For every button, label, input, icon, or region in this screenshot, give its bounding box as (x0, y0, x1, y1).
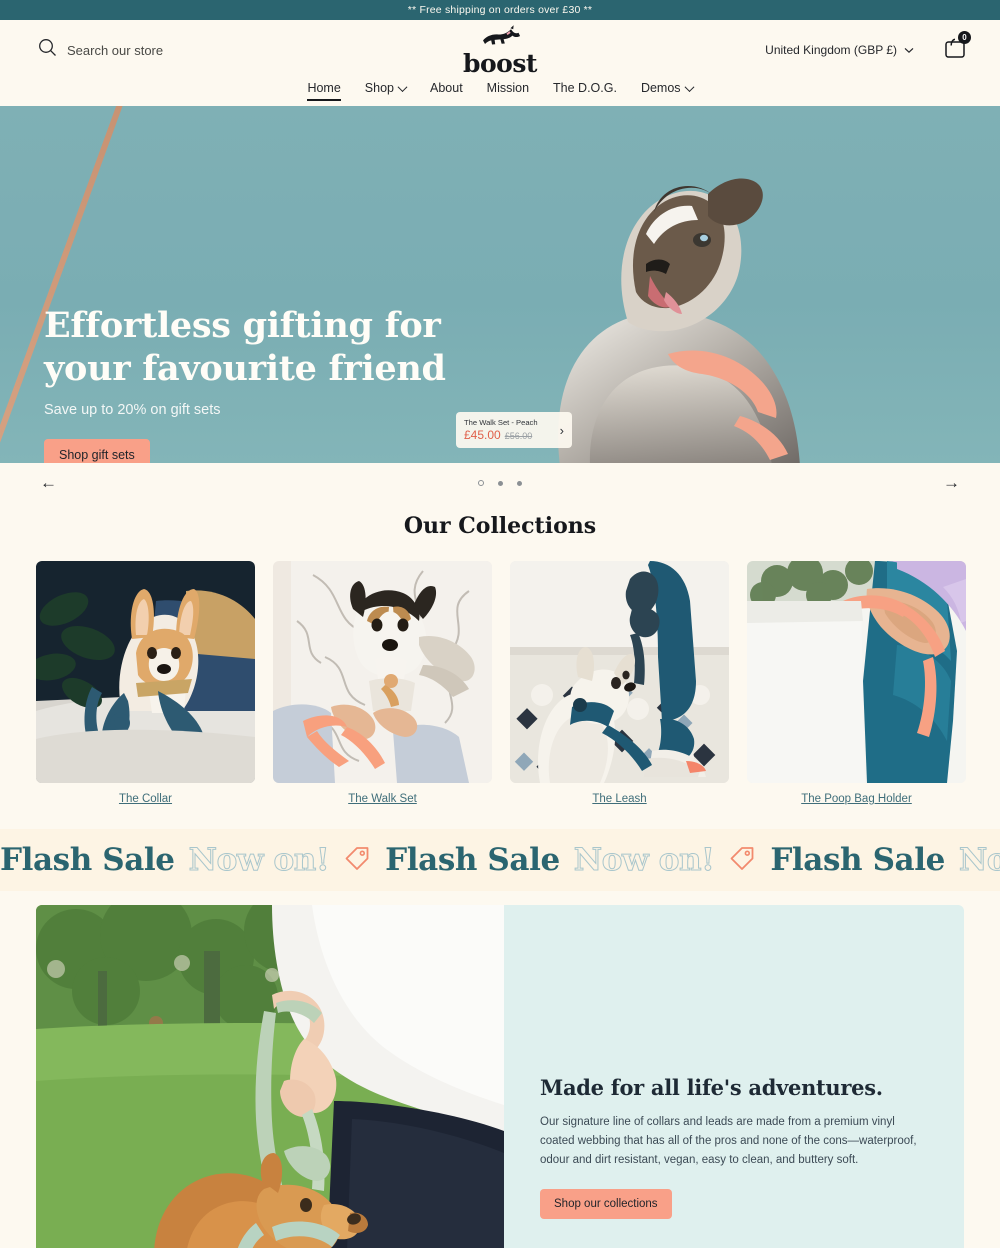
collection-label[interactable]: The Walk Set (273, 793, 492, 805)
collection-card-the-walk-set[interactable]: The Walk Set (273, 561, 492, 805)
logo-wordmark: boost (463, 49, 537, 78)
hero-title-line-2: your favourite friend (44, 348, 446, 390)
shop-our-collections-button[interactable]: Shop our collections (540, 1188, 672, 1219)
carousel-dot-3[interactable] (517, 480, 522, 486)
carousel-prev-arrow[interactable]: ← (40, 473, 57, 493)
collection-card-the-collar[interactable]: The Collar (36, 561, 255, 805)
announcement-text: ** Free shipping on orders over £30 ** (407, 4, 593, 16)
search-button[interactable]: Search our store (38, 38, 163, 62)
site-header: Search our store boost United Kingdom (G… (0, 20, 1000, 80)
nav-item-demos[interactable]: Demos (640, 81, 694, 101)
collection-card-the-leash[interactable]: The Leash (510, 561, 729, 805)
nav-label: Shop (364, 81, 394, 95)
feature-text-panel: Made for all life's adventures. Our sign… (504, 905, 964, 1248)
shop-gift-sets-button[interactable]: Shop gift sets (44, 439, 150, 463)
nav-item-home[interactable]: Home (307, 81, 342, 101)
price-tag-icon (343, 844, 371, 877)
price-tag-icon (728, 844, 756, 877)
search-input[interactable]: Search our store (67, 43, 163, 58)
nav-label: The D.O.G. (553, 81, 617, 95)
hotspot-compare-price: £56.00 (504, 430, 533, 441)
hero-subtitle: Save up to 20% on gift sets (44, 402, 221, 419)
hotspot-arrow-icon: › (559, 422, 564, 438)
search-icon (38, 38, 57, 62)
carousel-dots (478, 480, 522, 486)
nav-item-about[interactable]: About (430, 81, 463, 101)
nav-label: Demos (640, 81, 681, 95)
chevron-down-icon (397, 81, 408, 92)
collection-image (273, 561, 492, 783)
hero-copy: Effortless gifting for your favourite fr… (44, 304, 474, 463)
chevron-down-icon (684, 81, 694, 92)
header-actions: United Kingdom (GBP £) 0 (765, 31, 971, 64)
collection-image (36, 561, 255, 783)
cart-count-badge: 0 (958, 31, 971, 44)
nav-item-shop[interactable]: Shop (364, 81, 408, 101)
collection-label[interactable]: The Leash (510, 793, 729, 805)
dog-logo-icon (477, 24, 523, 51)
nav-label: About (430, 81, 463, 95)
carousel-next-arrow[interactable]: → (943, 473, 960, 493)
collection-card-the-poop-bag-holder[interactable]: The Poop Bag Holder (747, 561, 966, 805)
chevron-down-icon (904, 43, 914, 57)
carousel-dot-1[interactable] (478, 480, 484, 486)
nav-label: Home (307, 81, 341, 95)
nav-label: Mission (486, 81, 530, 95)
hero-banner: Effortless gifting for your favourite fr… (0, 106, 1000, 463)
flash-sale-solid-text: Flash Sale (385, 842, 560, 878)
shopping-bag-icon (944, 38, 966, 63)
hero-title-line-1: Effortless gifting for (44, 305, 441, 346)
collection-label[interactable]: The Poop Bag Holder (747, 793, 966, 805)
hero-carousel-controls: ← → (0, 463, 1000, 503)
marquee-item: Flash Sale Now on! (0, 842, 385, 879)
collections-heading: Our Collections (403, 513, 597, 539)
country-label: United Kingdom (GBP £) (765, 43, 897, 57)
flash-sale-hollow-text: Now on! (958, 842, 1000, 879)
site-logo[interactable]: boost (463, 24, 537, 76)
hotspot-product-name: The Walk Set - Peach (464, 418, 538, 428)
nav-item-mission[interactable]: Mission (487, 81, 529, 101)
collection-image (747, 561, 966, 783)
marquee-item: Flash Sale Now on! (385, 842, 770, 879)
cart-button[interactable]: 0 (944, 31, 971, 64)
nav-item-the-dog[interactable]: The D.O.G. (553, 81, 617, 101)
flash-sale-solid-text: Flash Sale (770, 842, 945, 878)
flash-sale-marquee: Flash Sale Now on! Flash Sale Now on! Fl… (0, 829, 1000, 891)
collection-image (510, 561, 729, 783)
feature-image (36, 905, 504, 1248)
feature-body-text: Our signature line of collars and leads … (540, 1116, 917, 1166)
announcement-bar: ** Free shipping on orders over £30 ** (0, 0, 1000, 20)
marquee-item: Flash Sale Now on! (770, 842, 1000, 879)
feature-title: Made for all life's adventures. (540, 1075, 883, 1100)
flash-sale-solid-text: Flash Sale (0, 842, 175, 878)
main-navigation: Home Shop About Mission The D.O.G. Demos (0, 80, 1000, 106)
flash-sale-hollow-text: Now on! (188, 842, 330, 879)
hero-dog-photo (558, 178, 800, 463)
feature-section: Made for all life's adventures. Our sign… (0, 905, 1000, 1248)
hotspot-price: £45.00 (464, 427, 501, 442)
product-hotspot-card[interactable]: The Walk Set - Peach £45.00 £56.00 › (456, 412, 572, 448)
collection-label[interactable]: The Collar (36, 793, 255, 805)
carousel-dot-2[interactable] (498, 480, 503, 486)
collections-grid: The Collar The Walk Set The Leash The Po… (0, 561, 1000, 805)
flash-sale-hollow-text: Now on! (573, 842, 715, 879)
country-currency-selector[interactable]: United Kingdom (GBP £) (765, 43, 914, 57)
